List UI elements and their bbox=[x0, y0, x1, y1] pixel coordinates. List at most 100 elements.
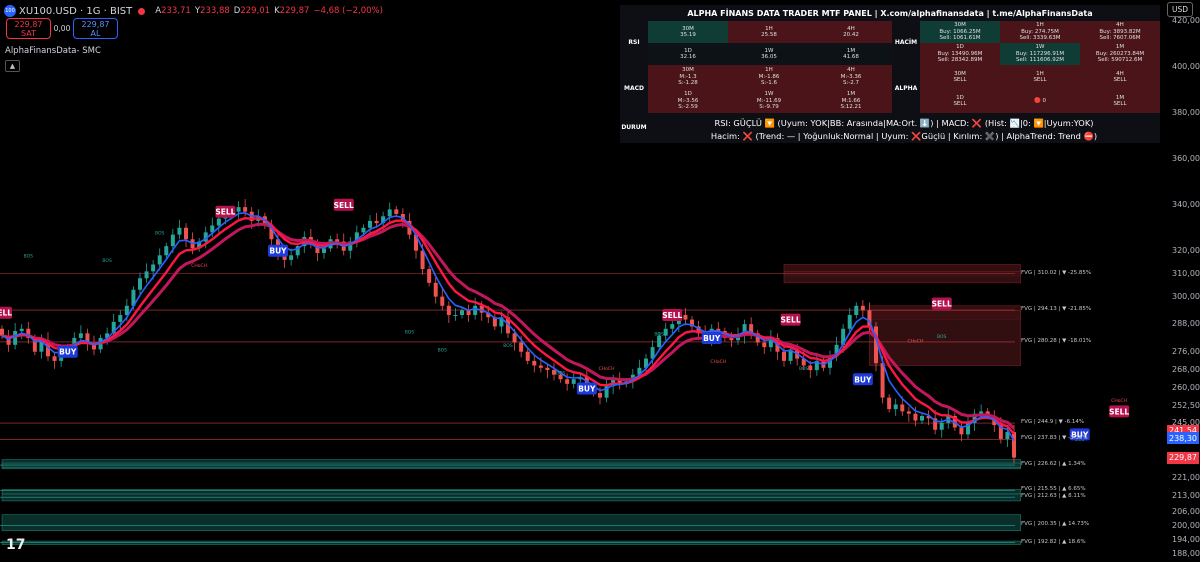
candle-body bbox=[420, 250, 425, 270]
candle-body bbox=[453, 314, 458, 316]
candle-body bbox=[532, 360, 537, 366]
macd-cell: 1M M:1.66 S:12.21 bbox=[810, 89, 892, 113]
fvg-zone bbox=[1, 489, 1021, 495]
fvg-label: FVG | 226.62 | ▲ 1.34% bbox=[1021, 461, 1086, 468]
fvg-label: FVG | 280.28 | ▼ -18.01% bbox=[1021, 337, 1092, 344]
candle-body bbox=[854, 305, 859, 315]
ohlc-high: Y233,88 bbox=[194, 6, 230, 16]
buy-signal-label: BUY bbox=[578, 384, 596, 393]
macd-cell: 1W M:-11.69 S:-9.79 bbox=[728, 89, 810, 113]
mtf-panel: ALPHA FİNANS DATA TRADER MTF PANEL | X.c… bbox=[620, 5, 1160, 143]
candle-body bbox=[519, 342, 524, 352]
axis-tick-label: 360,00 bbox=[1172, 153, 1200, 163]
candle-body bbox=[427, 269, 432, 283]
candle-body bbox=[663, 328, 668, 336]
candle-body bbox=[138, 278, 142, 290]
candle-body bbox=[394, 209, 399, 214]
candle-body bbox=[151, 264, 156, 272]
candle-body bbox=[939, 422, 944, 430]
sell-button[interactable]: 229,87 SAT bbox=[6, 18, 51, 39]
structure-label: BOS bbox=[102, 258, 112, 264]
alpha-cell: 🔴 0 bbox=[1000, 89, 1080, 113]
candle-body bbox=[157, 255, 162, 265]
panel-title: ALPHA FİNANS DATA TRADER MTF PANEL | X.c… bbox=[687, 8, 1093, 18]
axis-tick-label: 213,00 bbox=[1172, 491, 1200, 501]
hacim-cell: 1H Buy: 274.75M Sell: 3339.63M bbox=[1000, 21, 1080, 43]
candle-body bbox=[920, 415, 924, 421]
macd-row-label: MACD bbox=[620, 65, 648, 113]
chevron-up-icon[interactable]: ▲ bbox=[5, 60, 20, 72]
indicator-name[interactable]: AlphaFinansData- SMC bbox=[5, 46, 101, 56]
chart-header: 100 XU100.USD · 1G · BIST A233,71 Y233,8… bbox=[4, 3, 383, 19]
candle-body bbox=[289, 255, 294, 260]
sell-signal-label: SELL bbox=[0, 309, 12, 318]
buy-label: AL bbox=[90, 28, 101, 38]
candle-body bbox=[473, 305, 478, 315]
candle-body bbox=[683, 314, 688, 320]
candle-body bbox=[118, 314, 123, 322]
hacim-row-label: HACİM bbox=[892, 21, 920, 65]
candle-body bbox=[440, 296, 445, 306]
candle-body bbox=[184, 227, 188, 240]
axis-tick-label: 221,00 bbox=[1172, 472, 1200, 482]
candle-body bbox=[433, 282, 438, 297]
axis-tick-label: 310,00 bbox=[1172, 268, 1200, 278]
candle-body bbox=[729, 337, 734, 341]
sell-signal-label: SELL bbox=[1109, 407, 1129, 416]
rsi-row-label: RSI bbox=[620, 21, 648, 65]
candle-body bbox=[177, 227, 182, 235]
structure-label: BOS bbox=[405, 329, 415, 335]
candle-body bbox=[13, 331, 18, 345]
currency-button[interactable]: USD bbox=[1167, 2, 1193, 17]
axis-tick-label: 206,00 bbox=[1172, 507, 1200, 517]
macd-cell: 1H M:-1.86 S:-1.6 bbox=[728, 65, 810, 89]
candle-body bbox=[170, 234, 175, 247]
fvg-label: FVG | 200.35 | ▲ 14.73% bbox=[1021, 521, 1090, 528]
candle-body bbox=[887, 397, 892, 410]
fvg-label: FVG | 192.82 | ▲ 18.6% bbox=[1021, 538, 1086, 545]
candle-body bbox=[900, 404, 905, 412]
fvg-label: FVG | 237.83 | ▼ -3.35% bbox=[1021, 435, 1088, 442]
sell-signal-label: SELL bbox=[215, 208, 235, 217]
rsi-cell: 4H 20.42 bbox=[810, 21, 892, 43]
sell-signal-label: SELL bbox=[781, 316, 801, 325]
axis-tick-label: 420,00 bbox=[1172, 16, 1200, 26]
ohlc-open: A233,71 bbox=[155, 6, 191, 16]
axis-tick-label: 260,00 bbox=[1172, 383, 1200, 393]
hacim-cell: 4H Buy: 3893.82M Sell: 7607.06M bbox=[1080, 21, 1160, 43]
durum-row-label: DURUM bbox=[620, 113, 648, 143]
fvg-label: FVG | 215.55 | ▲ 6.65% bbox=[1021, 486, 1086, 493]
ohlc-low: D229,01 bbox=[233, 6, 271, 16]
hacim-cell: 30M Buy: 1066.25M Sell: 1061.61M bbox=[920, 21, 1000, 43]
symbol-logo: 100 bbox=[4, 5, 16, 17]
candle-body bbox=[243, 207, 248, 212]
axis-tick-label: 200,00 bbox=[1172, 521, 1200, 531]
buy-button[interactable]: 229,87 AL bbox=[73, 18, 118, 39]
candle-body bbox=[545, 367, 550, 371]
symbol-title[interactable]: XU100.USD · 1G · BIST bbox=[19, 6, 132, 17]
candle-body bbox=[335, 239, 340, 242]
macd-cell: 30M M:-1.3 S:-1.28 bbox=[648, 65, 728, 89]
candle-body bbox=[446, 305, 451, 315]
structure-label: BOS bbox=[503, 343, 513, 349]
structure-label: CHoCH bbox=[1111, 398, 1127, 404]
tradingview-logo-icon[interactable]: 17 bbox=[6, 537, 25, 553]
sell-price: 229,87 bbox=[14, 19, 43, 29]
hacim-cell: 1M Buy: 260273.84M Sell: 590712.6M bbox=[1080, 43, 1160, 65]
rsi-cell: 1H 25.58 bbox=[728, 21, 810, 43]
candle-body bbox=[913, 413, 918, 421]
structure-label: BOS bbox=[799, 366, 809, 372]
axis-tick-label: 300,00 bbox=[1172, 291, 1200, 301]
hacim-cell: 1W Buy: 117296.91M Sell: 111606.92M bbox=[1000, 43, 1080, 65]
sell-signal-label: SELL bbox=[334, 201, 354, 210]
sell-signal-label: SELL bbox=[932, 300, 952, 309]
rsi-cell: 1W 36.05 bbox=[728, 43, 810, 65]
buy-signal-label: BUY bbox=[269, 247, 287, 256]
candle-body bbox=[368, 220, 372, 228]
trade-buttons: 229,87 SAT 0,00 229,87 AL bbox=[6, 18, 118, 39]
price-label: 238,30 bbox=[1167, 432, 1199, 445]
structure-label: BOS bbox=[155, 231, 165, 237]
buy-signal-label: BUY bbox=[59, 348, 77, 357]
candle-body bbox=[860, 305, 865, 311]
axis-tick-label: 400,00 bbox=[1172, 62, 1200, 72]
